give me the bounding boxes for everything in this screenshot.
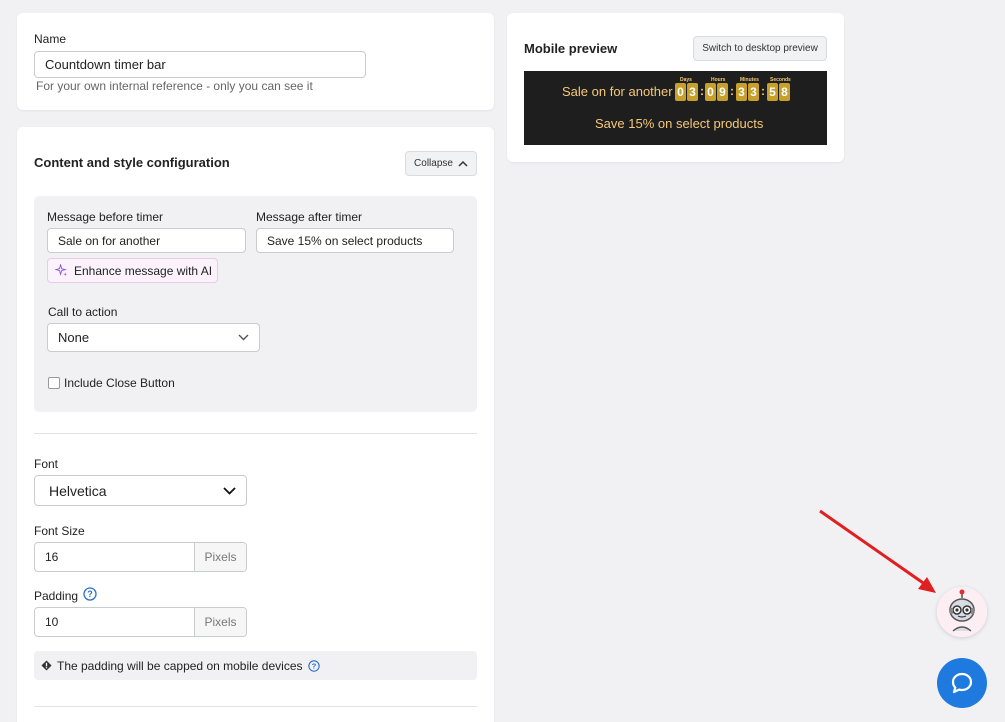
timer-digit: 3	[748, 83, 759, 101]
robot-assistant-button[interactable]	[937, 587, 987, 637]
font-size-label: Font Size	[34, 524, 85, 538]
font-size-field[interactable]: 16 Pixels	[34, 542, 247, 572]
svg-text:?: ?	[311, 661, 316, 670]
font-select[interactable]: Helvetica	[34, 475, 247, 506]
cta-select[interactable]: None	[47, 323, 260, 352]
close-button-checkbox[interactable]	[48, 377, 60, 389]
timer-digit: 8	[779, 83, 790, 101]
robot-assistant-icon	[937, 587, 987, 637]
question-circle-icon[interactable]: ?	[83, 587, 97, 601]
chevron-up-icon	[458, 160, 468, 167]
preview-message-after: Save 15% on select products	[595, 116, 764, 131]
message-before-label: Message before timer	[47, 210, 164, 224]
padding-info-banner: The padding will be capped on mobile dev…	[34, 651, 477, 680]
svg-text:?: ?	[87, 589, 93, 599]
timer-digit: 9	[717, 83, 728, 101]
preview-title: Mobile preview	[524, 41, 618, 56]
message-after-input[interactable]: Save 15% on select products	[256, 228, 454, 253]
divider	[34, 433, 477, 434]
message-before-input[interactable]: Sale on for another	[47, 228, 246, 253]
name-hint: For your own internal reference - only y…	[36, 79, 313, 93]
question-circle-icon[interactable]: ?	[307, 659, 320, 672]
padding-input[interactable]: 10	[35, 608, 194, 636]
padding-field[interactable]: 10 Pixels	[34, 607, 247, 637]
name-input[interactable]: Countdown timer bar	[34, 51, 366, 78]
timer-colon: :	[730, 84, 734, 98]
message-after-label: Message after timer	[256, 210, 363, 224]
timer-digit: 3	[687, 83, 698, 101]
message-panel: Message before timer Sale on for another…	[34, 196, 477, 412]
switch-desktop-button[interactable]: Switch to desktop preview	[693, 36, 827, 61]
red-arrow-icon	[819, 509, 936, 593]
timer-colon: :	[700, 84, 704, 98]
padding-label: Padding	[34, 589, 79, 603]
chevron-down-icon	[238, 334, 249, 341]
chat-bubble-icon	[951, 672, 973, 694]
collapse-label: Collapse	[414, 158, 453, 169]
name-card: Name Countdown timer bar For your own in…	[17, 13, 494, 110]
chat-launcher-button[interactable]	[937, 658, 987, 708]
font-size-unit: Pixels	[194, 543, 246, 571]
font-value: Helvetica	[49, 482, 107, 499]
name-label: Name	[34, 32, 67, 46]
timer-digit: 3	[736, 83, 747, 101]
preview-bar: Sale on for another Days Hours Minutes S…	[524, 71, 827, 145]
divider	[34, 706, 477, 707]
font-size-input[interactable]: 16	[35, 543, 194, 571]
collapse-button[interactable]: Collapse	[405, 151, 477, 176]
exclamation-diamond-icon	[41, 660, 52, 671]
section-title: Content and style configuration	[34, 155, 230, 170]
padding-note: The padding will be capped on mobile dev…	[57, 658, 303, 673]
enhance-ai-label: Enhance message with AI	[74, 263, 213, 278]
enhance-ai-button[interactable]: Enhance message with AI	[47, 258, 218, 283]
timer-colon: :	[761, 84, 765, 98]
mobile-preview-card: Mobile preview Switch to desktop preview…	[507, 13, 844, 162]
cta-label: Call to action	[48, 305, 118, 319]
padding-unit: Pixels	[194, 608, 246, 636]
close-button-label: Include Close Button	[64, 376, 175, 390]
font-label: Font	[34, 457, 59, 471]
preview-message-before: Sale on for another	[562, 84, 673, 99]
cta-value: None	[58, 330, 90, 345]
timer-digit: 5	[767, 83, 778, 101]
timer-digit: 0	[705, 83, 716, 101]
sparkle-icon	[55, 264, 68, 277]
timer-digit: 0	[675, 83, 686, 101]
content-style-card: Content and style configuration Collapse…	[17, 127, 494, 722]
chevron-down-icon	[223, 486, 236, 495]
